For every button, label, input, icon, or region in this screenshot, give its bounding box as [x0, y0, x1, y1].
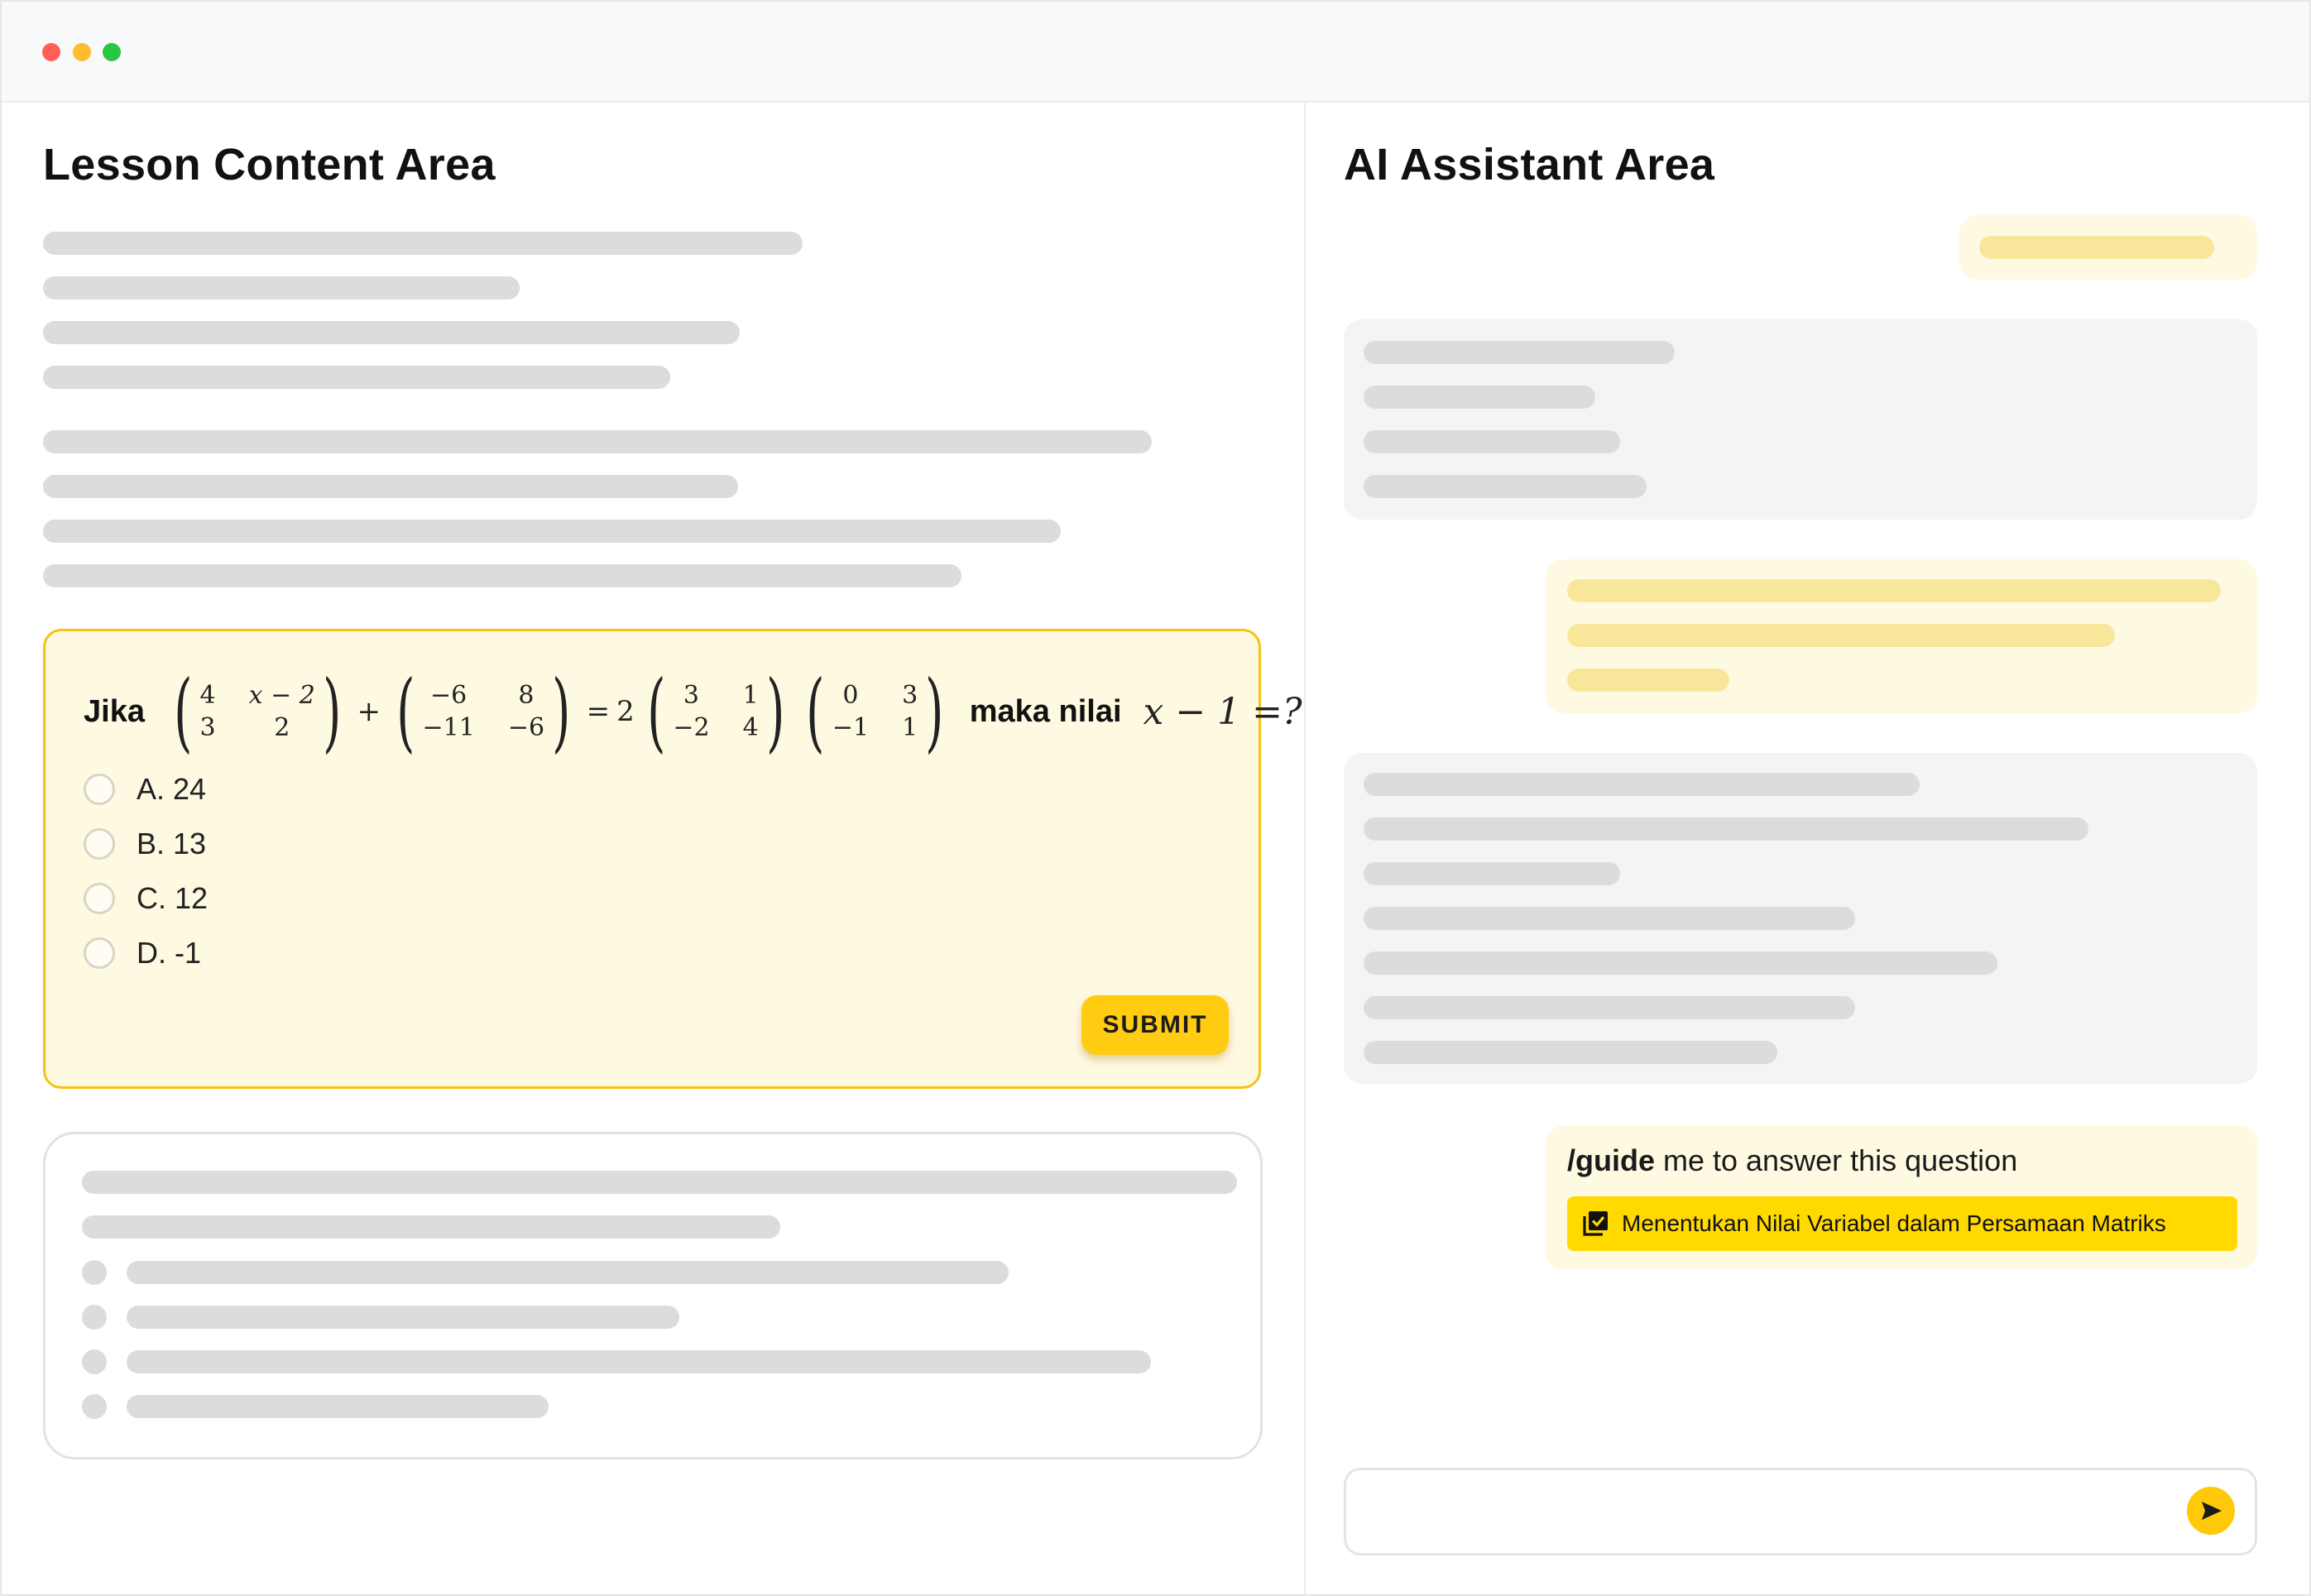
guide-message-body: me to answer this question	[1655, 1143, 2018, 1177]
skeleton-line	[1364, 862, 1620, 885]
guide-message-bubble: /guide me to answer this question Menent…	[1546, 1125, 2257, 1269]
skeleton-line	[43, 232, 803, 255]
question-card: Jika ( 4 x − 2 3 2 ) + ( −6 8 −11 −6) =…	[43, 629, 1302, 1089]
matrix-c-cell: 1	[742, 681, 759, 710]
matrix-d-cell: 1	[902, 713, 918, 742]
skeleton-line	[1979, 236, 2214, 259]
user-message-bubble	[1546, 559, 2257, 713]
matrix-a-cell: x − 2	[248, 681, 315, 710]
answer-option-b[interactable]: B. 13	[84, 825, 206, 863]
skeleton-line	[1364, 996, 1855, 1019]
checkbox-stack-icon	[1580, 1209, 1610, 1239]
skeleton-line	[1567, 579, 2221, 602]
answer-option-label: A. 24	[137, 772, 207, 806]
matrix-c: ( 3 1 −2 4 )	[646, 661, 785, 762]
skeleton-line	[1364, 341, 1675, 364]
assistant-message-bubble	[1344, 753, 2257, 1084]
answer-option-a[interactable]: A. 24	[84, 770, 206, 808]
title-bar	[2, 2, 2309, 103]
matrix-b-cell: −11	[422, 713, 475, 742]
guide-command: /guide	[1567, 1143, 1655, 1177]
send-arrow-icon	[2187, 1502, 2235, 1537]
answer-option-label: B. 13	[137, 827, 207, 860]
skeleton-line	[127, 1350, 1151, 1373]
scalar-value: 2	[616, 695, 635, 728]
skeleton-line	[43, 321, 740, 344]
skeleton-line	[127, 1261, 1009, 1284]
question-connector: maka nilai	[969, 693, 1122, 729]
radio-button[interactable]	[84, 774, 115, 805]
guide-message-text: /guide me to answer this question	[1567, 1143, 2017, 1178]
skeleton-line	[43, 366, 670, 389]
assistant-area-title: AI Assistant Area	[1344, 140, 1715, 189]
answer-option-label: C. 12	[137, 881, 209, 915]
chat-message-input[interactable]	[1371, 1487, 2169, 1538]
matrix-a-cell: 3	[199, 713, 216, 742]
minimize-window-button[interactable]	[73, 43, 91, 61]
equals-operator: =	[586, 695, 611, 728]
question-target-expression: x − 1 =?	[1143, 690, 1302, 733]
skeleton-line	[127, 1306, 679, 1329]
skeleton-line	[82, 1171, 1237, 1194]
matrix-d-cell: 0	[842, 681, 859, 710]
matrix-c-cell: 4	[742, 713, 759, 742]
question-prefix: Jika	[84, 693, 145, 729]
lesson-info-card	[43, 1132, 1263, 1459]
skeleton-bullet	[82, 1260, 107, 1285]
pane-divider	[1304, 103, 1306, 1594]
skeleton-line	[1364, 951, 1997, 975]
question-topic-chip[interactable]: Menentukan Nilai Variabel dalam Persamaa…	[1567, 1196, 2237, 1251]
matrix-a-cell: 4	[199, 681, 216, 710]
skeleton-line	[1364, 773, 1920, 796]
matrix-b: ( −6 8 −11 −6 )	[396, 661, 571, 762]
matrix-b-cell: 8	[518, 681, 535, 710]
submit-button[interactable]: SUBMIT	[1081, 995, 1229, 1055]
skeleton-line	[1364, 386, 1595, 409]
matrix-b-cell: −6	[507, 713, 545, 742]
skeleton-bullet	[82, 1394, 107, 1419]
app-window: Lesson Content Area Jika ( 4 x − 2 3 2 )	[0, 0, 2311, 1596]
skeleton-line	[43, 564, 961, 587]
skeleton-line	[82, 1215, 780, 1239]
matrix-b-cell: −6	[430, 681, 467, 710]
skeleton-line	[1364, 475, 1647, 498]
answer-option-label: D. -1	[137, 936, 202, 970]
skeleton-line	[1364, 1041, 1777, 1064]
user-message-bubble	[1959, 215, 2257, 280]
matrix-d-cell: −1	[832, 713, 870, 742]
answer-option-d[interactable]: D. -1	[84, 934, 201, 972]
skeleton-line	[1567, 624, 2115, 647]
answer-option-c[interactable]: C. 12	[84, 879, 208, 918]
matrix-d: ( 0 3 −1 1 )	[806, 661, 944, 762]
skeleton-line	[43, 520, 1061, 543]
matrix-a: ( 4 x − 2 3 2 )	[174, 661, 342, 762]
assistant-message-bubble	[1344, 319, 2257, 520]
plus-operator: +	[357, 695, 381, 728]
matrix-d-cell: 3	[902, 681, 918, 710]
skeleton-bullet	[82, 1349, 107, 1374]
skeleton-line	[1364, 817, 2088, 841]
skeleton-line	[43, 430, 1152, 453]
radio-button[interactable]	[84, 883, 115, 914]
matrix-a-cell: 2	[274, 713, 290, 742]
question-statement: Jika ( 4 x − 2 3 2 ) + ( −6 8 −11 −6) =…	[84, 666, 1302, 757]
maximize-window-button[interactable]	[103, 43, 121, 61]
skeleton-line	[1567, 669, 1729, 692]
matrix-c-cell: 3	[683, 681, 700, 710]
lesson-area-title: Lesson Content Area	[43, 140, 496, 189]
close-window-button[interactable]	[42, 43, 60, 61]
matrix-c-cell: −2	[673, 713, 710, 742]
question-topic-label: Menentukan Nilai Variabel dalam Persamaa…	[1622, 1210, 2166, 1236]
radio-button[interactable]	[84, 937, 115, 969]
skeleton-line	[1364, 907, 1855, 930]
skeleton-bullet	[82, 1305, 107, 1330]
send-button[interactable]	[2187, 1487, 2235, 1535]
skeleton-line	[43, 276, 520, 300]
skeleton-line	[43, 475, 738, 498]
chat-input-box	[1344, 1468, 2257, 1555]
skeleton-line	[1364, 430, 1620, 453]
skeleton-line	[127, 1395, 549, 1418]
radio-button[interactable]	[84, 828, 115, 860]
